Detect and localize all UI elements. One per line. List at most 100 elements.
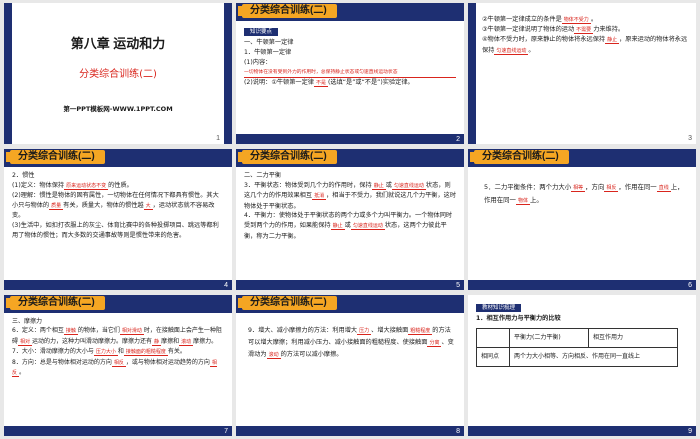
text-line: 摩擦力。 xyxy=(193,337,218,345)
slide-header: 分类综合训练(二) xyxy=(468,149,696,167)
slide-number: 1 xyxy=(216,135,220,142)
slide-thumbnail-3[interactable]: ②牛顿第一定律成立的条件是 物体不受力。 ③牛顿第一定律说明了物体的运动 不需要 力来… xyxy=(468,3,696,144)
text-line: 的性质。 xyxy=(108,181,133,189)
answer-blank: 相反 xyxy=(604,185,619,192)
header-title: 分类综合训练(二) xyxy=(238,4,337,18)
text-line: 5．二力平衡条件：两个力大小 xyxy=(484,183,572,191)
chapter-title: 第八章 运动和力 xyxy=(70,36,166,51)
text-line: 或 xyxy=(344,221,351,229)
text-line: 1．相互作用力与平衡力的比较 xyxy=(476,315,561,322)
table-cell: 两个力大小相等、方向相反、作用在同一直线上 xyxy=(509,347,678,368)
footer-bar: 2 xyxy=(236,134,464,144)
section-tag: 教材知识梳理 xyxy=(476,304,522,312)
slide-number: 8 xyxy=(456,428,460,435)
comparison-table: 平衡力(二力平衡) 相互作用力 相同点 两个力大小相等、方向相反、作用在同一直线… xyxy=(476,328,678,368)
table-row: 相同点 两个力大小相等、方向相反、作用在同一直线上 xyxy=(476,347,678,368)
slide-number: 7 xyxy=(224,428,228,435)
text-line: 。 xyxy=(19,369,26,377)
answer-blank: 接触 xyxy=(63,328,78,336)
answer-blank: 直线 xyxy=(656,185,671,192)
table-cell: 相同点 xyxy=(476,347,510,368)
header-title: 分类综合训练(二) xyxy=(6,150,105,164)
text-line: 一、牛顿第一定律 xyxy=(244,39,294,46)
text-line: 的物体，当它们 xyxy=(77,327,120,335)
slide-thumbnail-1[interactable]: 第八章 运动和力 分类综合训练(二) 第一PPT模板网-WWW.1PPT.COM… xyxy=(4,3,232,144)
answer-blank: 接触面的粗糙程度 xyxy=(123,349,168,357)
slide-number: 9 xyxy=(688,428,692,435)
answer-blank: 质量 xyxy=(49,202,64,210)
text-line: 上。 xyxy=(529,196,543,204)
answer-blank: 原来运动状态不变 xyxy=(64,182,109,190)
text-line: 6．定义：两个相互 xyxy=(12,327,64,335)
table-header-cell: 相互作用力 xyxy=(588,328,678,349)
answer-blank: 分离 xyxy=(427,340,442,347)
answer-line: 一切物体在没有受到外力的作用时，总保持静止状态或匀速直线运动状态 xyxy=(244,69,456,78)
slide-thumbnail-4[interactable]: 分类综合训练(二) 2．惯性 (1)定义：物体保持 原来运动状态不变 的性质。 (2… xyxy=(4,149,232,290)
footer-bar: 7 xyxy=(4,426,232,436)
text-line: ③牛顿第一定律说明了物体的运动 xyxy=(482,26,575,34)
answer-blank: 匀速直线运动 xyxy=(350,222,385,230)
text-line: 和 xyxy=(117,348,124,356)
slide-number: 6 xyxy=(688,282,692,289)
slide-number: 3 xyxy=(688,135,692,142)
text-line: (2)说明：①牛顿第一定律 xyxy=(244,78,314,86)
text-line: ，作用在同一 xyxy=(618,183,657,191)
slide-thumbnail-2[interactable]: 分类综合训练(二) 知识要点 一、牛顿第一定律 1．牛顿第一定律 (1)内容： … xyxy=(236,3,464,144)
slide-thumbnail-6[interactable]: 分类综合训练(二) 5．二力平衡条件：两个力大小 相等 ，方向 相反 ，作用在同一 直线上… xyxy=(468,149,696,290)
answer-blank: 滚动 xyxy=(179,338,194,346)
text-line: 力来维持。 xyxy=(593,26,625,34)
section-tag: 知识要点 xyxy=(244,28,279,36)
text-line: 7．大小：滑动摩擦力的大小与 xyxy=(12,348,94,356)
answer-blank: 静 xyxy=(152,338,162,346)
header-title: 分类综合训练(二) xyxy=(470,150,569,164)
answer-blank: 物体 xyxy=(515,198,530,205)
answer-blank: 静止 xyxy=(605,37,620,45)
text-line: (1)定义：物体保持 xyxy=(12,181,65,189)
text-line: 运动的力，这种力叫滑动摩擦力。摩擦力还有 xyxy=(32,337,153,345)
text-line: 1．牛顿第一定律 xyxy=(244,49,292,57)
left-band xyxy=(468,3,476,144)
table-header-cell: 平衡力(二力平衡) xyxy=(509,328,589,349)
answer-blank: 抵消 xyxy=(312,193,327,201)
table-header-row: 平衡力(二力平衡) 相互作用力 xyxy=(476,328,678,349)
header-title: 分类综合训练(二) xyxy=(238,296,337,310)
text-line: ④物体不受力时，原来静止的物体将永远保持 xyxy=(482,36,606,44)
text-line: (选填“是”或“不是”)实验定律。 xyxy=(328,78,414,86)
answer-blank: 匀速直线运动 xyxy=(391,182,426,190)
footer-bar: 5 xyxy=(236,280,464,290)
footer-bar: 6 xyxy=(468,280,696,290)
text-line: 有关。 xyxy=(167,348,186,356)
text-line: 有关，质量大，物体的惯性越 xyxy=(63,201,144,209)
answer-blank: 压力 xyxy=(357,328,372,335)
answer-blank: 静止 xyxy=(371,182,386,190)
slide-thumbnail-9[interactable]: 教材知识梳理 1．相互作用力与平衡力的比较 平衡力(二力平衡) 相互作用力 相同… xyxy=(468,295,696,436)
text-line: 摩擦和 xyxy=(161,337,180,345)
answer-blank: 相反 xyxy=(111,359,126,367)
text-line: 的方法可以减小摩擦。 xyxy=(280,351,343,358)
footer-bar: 8 xyxy=(236,426,464,436)
text-line: 。 xyxy=(528,46,535,54)
text-line: ②牛顿第一定律成立的条件是 xyxy=(482,16,562,23)
slide-thumbnail-5[interactable]: 分类综合训练(二) 二、二力平衡 3．平衡状态：物体受到几个力的作用时，保持 静止… xyxy=(236,149,464,290)
text-line: 9．增大、减小摩擦力的方法：利用增大 xyxy=(248,327,358,334)
slide-header: 分类综合训练(二) xyxy=(4,149,232,167)
slide-thumbnail-7[interactable]: 分类综合训练(二) 三、摩擦力 6．定义：两个相互 接触 的物体，当它们 相对滑动 时，… xyxy=(4,295,232,436)
table-header-cell xyxy=(476,328,510,349)
slide-thumbnail-8[interactable]: 分类综合训练(二) 9．增大、减小摩擦力的方法：利用增大 压力 、增大接触面 粗糙程度… xyxy=(236,295,464,436)
footer-bar: 9 xyxy=(468,426,696,436)
text-line: ，或与物体相对运动趋势的方向 xyxy=(125,358,210,366)
slide-number: 2 xyxy=(456,136,460,143)
text-line: 2．惯性 xyxy=(12,172,35,179)
answer-blank: 大 xyxy=(143,202,153,210)
answer-blank: 静止 xyxy=(330,222,345,230)
slide-subtitle: 分类综合训练(二) xyxy=(79,69,157,80)
answer-blank: 相等 xyxy=(571,185,586,192)
text-line: 或 xyxy=(385,181,392,189)
text-line: 3．平衡状态：物体受到几个力的作用时，保持 xyxy=(244,181,372,189)
site-caption: 第一PPT模板网-WWW.1PPT.COM xyxy=(63,105,173,113)
slide-number: 4 xyxy=(224,282,228,289)
answer-blank: 粗糙程度 xyxy=(408,328,433,335)
answer-blank: 不需要 xyxy=(574,27,594,35)
text-line: (1)内容： xyxy=(244,59,272,67)
footer-bar: 4 xyxy=(4,280,232,290)
